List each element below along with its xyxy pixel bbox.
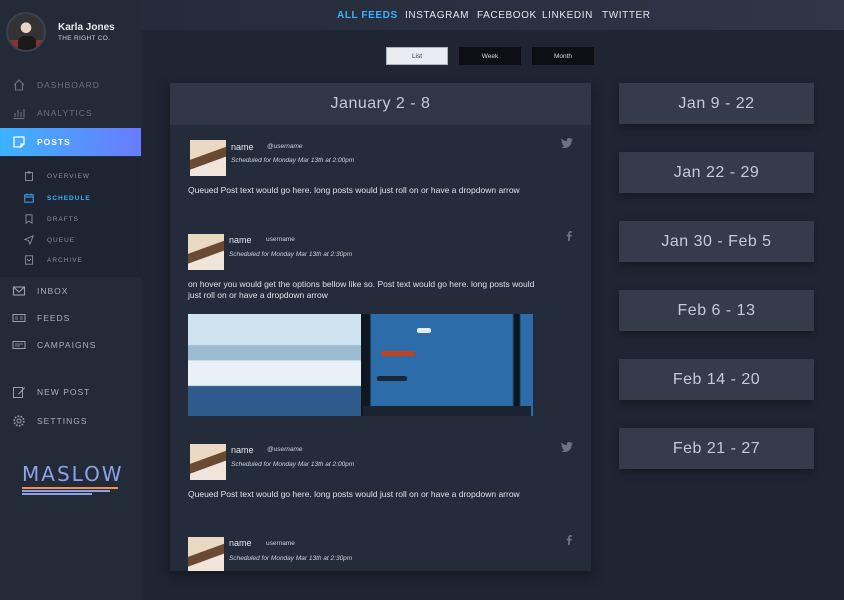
tab-facebook[interactable]: FACEBOOK [477,10,537,21]
tab-linkedin[interactable]: LINKEDIN [542,10,593,21]
mail-icon [12,284,26,298]
week-card[interactable]: Feb 14 - 20 [619,359,814,400]
home-icon [12,78,26,92]
brand-logo: MASLOW [22,462,124,486]
subnav-item-drafts[interactable]: DRAFTS [0,210,141,228]
clipboard-icon [24,171,34,181]
post-author-name[interactable]: name [229,235,252,245]
post-text: Queued Post text would go here. long pos… [188,489,520,499]
week-card[interactable]: Jan 9 - 22 [619,83,814,124]
sidebar-item-label: POSTS [37,137,71,147]
tab-instagram[interactable]: INSTAGRAM [405,10,469,21]
week-card[interactable]: Jan 30 - Feb 5 [619,221,814,262]
subnav-item-label: DRAFTS [47,215,79,223]
sidebar-item-label: INBOX [37,286,69,296]
twitter-icon [561,442,573,455]
post-author-name[interactable]: name [231,445,254,455]
boat-shape [417,328,431,333]
sidebar-item-label: SETTINGS [37,416,88,426]
week-card[interactable]: Jan 22 - 29 [619,152,814,193]
post-thumbnail[interactable] [190,444,226,480]
campaign-icon [12,338,26,352]
calendar-icon [24,193,34,203]
note-icon [12,135,26,149]
sidebar-item-label: NEW POST [37,387,91,397]
user-company: THE RIGHT CO. [58,35,111,42]
twitter-icon [561,138,573,151]
tab-all-feeds[interactable]: ALL FEEDS [337,10,398,21]
post-username: username [266,236,295,243]
post-schedule: Scheduled for Monday Mar 13th at 2:00pm [231,157,355,164]
post-thumbnail[interactable] [188,234,224,270]
sidebar-item-new-post[interactable]: NEW POST [0,378,141,406]
feed-week-title: January 2 - 8 [170,83,591,125]
post-schedule: Scheduled for Monday Mar 13th at 2:00pm [231,461,355,468]
archive-icon [24,255,34,265]
post-image-2[interactable] [361,314,533,416]
sidebar: Karla Jones THE RIGHT CO. DASHBOARD ANAL… [0,0,141,600]
post-username: @username [267,143,303,150]
brand-logo-lines [22,487,120,497]
sidebar-item-feeds[interactable]: FEEDS [0,304,141,332]
sidebar-item-label: ANALYTICS [37,108,93,118]
shoreline-shape [363,406,531,416]
sidebar-item-label: DASHBOARD [37,80,100,90]
subnav-item-queue[interactable]: QUEUE [0,231,141,249]
view-month-button[interactable]: Month [532,47,594,65]
sidebar-item-dashboard[interactable]: DASHBOARD [0,71,141,99]
edit-icon [12,385,26,399]
gear-icon [12,414,26,428]
week-card[interactable]: Feb 6 - 13 [619,290,814,331]
post-text: on hover you would get the options bello… [188,279,535,300]
view-list-button[interactable]: List [386,47,448,65]
tab-twitter[interactable]: TWITTER [602,10,651,21]
subnav-item-archive[interactable]: ARCHIVE [0,251,141,269]
sidebar-item-label: CAMPAIGNS [37,340,97,350]
subnav-item-label: OVERVIEW [47,172,90,180]
subnav-item-label: QUEUE [47,236,76,244]
bar-chart-icon [12,106,26,120]
feed-icon [12,311,26,325]
sidebar-item-inbox[interactable]: INBOX [0,277,141,305]
view-week-button[interactable]: Week [459,47,521,65]
subnav-item-label: ARCHIVE [47,256,83,264]
sidebar-item-analytics[interactable]: ANALYTICS [0,99,141,127]
post-schedule: Scheduled for Monday Mar 13th at 2:30pm [229,251,353,258]
post-author-name[interactable]: name [229,538,252,548]
subnav-item-schedule[interactable]: SCHEDULE [0,189,141,207]
avatar[interactable] [6,12,46,52]
post-text: Queued Post text would go here. long pos… [188,185,520,195]
bookmark-icon [24,214,34,224]
sidebar-item-posts[interactable]: POSTS [0,128,141,156]
facebook-icon [566,231,572,244]
boat-shape [381,351,415,356]
post-username: username [266,540,295,547]
subnav-item-overview[interactable]: OVERVIEW [0,167,141,185]
post-schedule: Scheduled for Monday Mar 13th at 2:30pm [229,555,353,562]
subnav-item-label: SCHEDULE [47,194,91,202]
boat-shape [377,376,407,381]
week-card[interactable]: Feb 21 - 27 [619,428,814,469]
sidebar-item-label: FEEDS [37,313,71,323]
post-author-name[interactable]: name [231,142,254,152]
sidebar-item-settings[interactable]: SETTINGS [0,407,141,435]
post-thumbnail[interactable] [190,140,226,176]
post-thumbnail[interactable] [188,537,224,571]
profile[interactable]: Karla Jones THE RIGHT CO. [0,0,141,62]
user-name: Karla Jones [58,22,115,33]
post-image-1[interactable] [188,314,361,416]
sidebar-item-campaigns[interactable]: CAMPAIGNS [0,331,141,359]
send-icon [24,235,34,245]
post-username: @username [267,446,303,453]
facebook-icon [566,535,572,548]
schedule-feed-panel: January 2 - 8 name @username Scheduled f… [170,83,591,571]
